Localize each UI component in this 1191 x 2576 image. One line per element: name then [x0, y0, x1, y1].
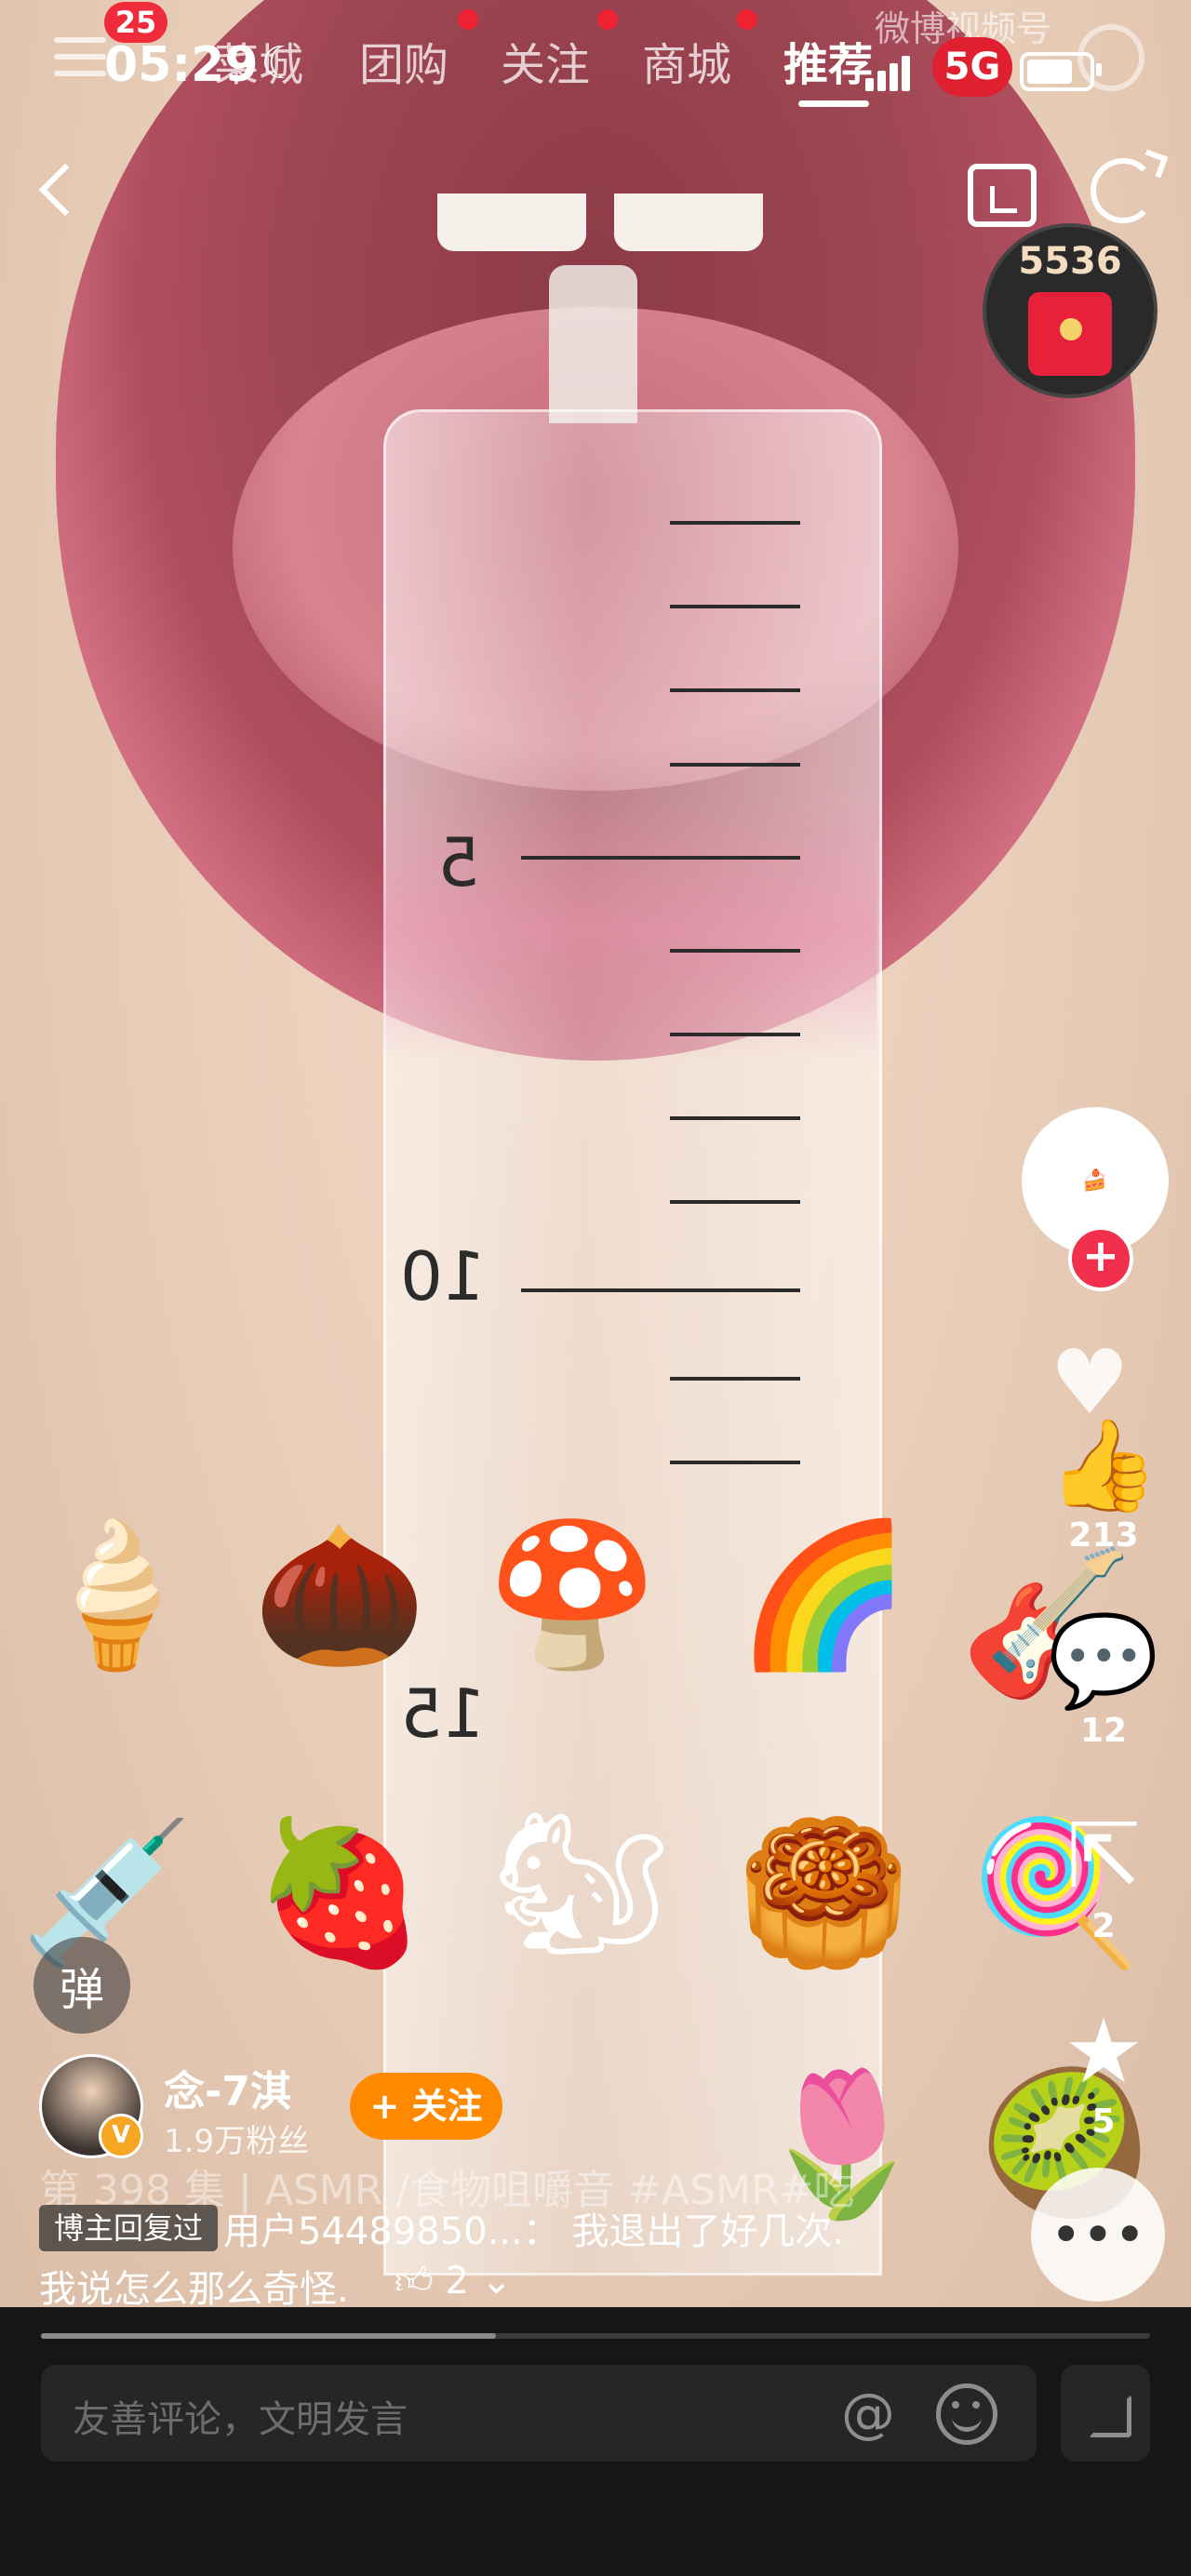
tab-tuijian[interactable]: 推荐 [783, 28, 873, 93]
red-envelope-icon [1028, 292, 1112, 376]
video-tooth [614, 194, 763, 251]
comment-icon: 💬 [1048, 1608, 1159, 1713]
syringe-tick [670, 1377, 800, 1381]
red-packet-count: 5536 [1018, 240, 1122, 283]
syringe-tick [670, 605, 800, 608]
tab-caicheng[interactable]: 菜城 [214, 28, 303, 93]
chipmunk-sticker: 🐿 [492, 1803, 671, 1965]
comment-like[interactable]: 👍︎ 2 ⌄ [395, 2259, 512, 2303]
like-button[interactable]: 👍 213 [1029, 1414, 1178, 1555]
star-icon: ★ [1063, 1999, 1144, 2103]
tab-red-dot [458, 9, 478, 30]
tab-shangcheng[interactable]: 商城 [642, 28, 731, 93]
rainbow-sticker: 🌈 [736, 1515, 911, 1676]
back-button[interactable] [33, 158, 89, 223]
syringe-tick [521, 1288, 800, 1292]
syringe-tip [549, 265, 637, 423]
chevron-down-icon: ⌄ [480, 2260, 513, 2302]
follow-plus-button[interactable]: + [1068, 1226, 1133, 1291]
search-refresh-icon[interactable] [1091, 158, 1156, 223]
mooncake-sticker: 🥮 [736, 1812, 911, 1974]
tab-tuangou[interactable]: 团购 [359, 28, 448, 93]
share-icon: ⇱ [1065, 1804, 1142, 1908]
syringe-tick [670, 688, 800, 692]
like-count: 213 [1068, 1516, 1139, 1555]
author-replied-tag: 博主回复过 [39, 2205, 219, 2251]
at-mention-icon[interactable]: @ [841, 2382, 895, 2445]
tab-active-indicator [798, 100, 869, 107]
syringe-tick [670, 949, 800, 953]
syringe-mark: 15 [400, 1675, 486, 1753]
tab-guanzhu[interactable]: 关注 [501, 28, 590, 93]
verified-badge-icon: V [99, 2114, 143, 2158]
syringe-tick [670, 1461, 800, 1464]
signal-icon [865, 54, 912, 91]
favorite-count: 5 [1091, 2102, 1116, 2141]
playback-progress-fill [41, 2333, 496, 2339]
mushroom-sticker: 🍄 [485, 1515, 660, 1676]
expand-icon[interactable] [1061, 2365, 1150, 2462]
syringe-tick [670, 763, 800, 767]
syringe-mark: 10 [400, 1237, 486, 1315]
share-count: 2 [1091, 1907, 1116, 1945]
comment-button[interactable]: 💬 12 [1029, 1609, 1178, 1750]
syringe-tick [670, 1200, 800, 1204]
top-comment-line2[interactable]: 我说怎么那么奇怪. [39, 2259, 349, 2313]
share-button[interactable]: ⇱ 2 [1029, 1805, 1178, 1945]
comment-like-count: 2 [445, 2260, 469, 2302]
top-comment-line1[interactable]: 用户54489850...： 我退出了好几次. [223, 2201, 844, 2255]
syringe-mark: 5 [437, 823, 480, 901]
more-options-icon[interactable]: ••• [1031, 2168, 1165, 2302]
comment-input[interactable]: 友善评论，文明发言 @ [41, 2365, 1037, 2462]
chestnut-sticker: 🌰 [252, 1515, 427, 1676]
favorite-button[interactable]: ★ 5 [1029, 2000, 1178, 2141]
syringe-tick [670, 1033, 800, 1036]
playback-progress[interactable] [41, 2333, 1150, 2339]
syringe-tick [521, 856, 800, 860]
red-packet-widget[interactable]: 5536 [983, 223, 1158, 398]
thumbs-up-icon: 👍 [1048, 1413, 1159, 1517]
follow-button[interactable]: + 关注 [350, 2073, 502, 2140]
syringe-barrel [383, 409, 882, 2276]
author-name[interactable]: 念-7淇 [164, 2058, 291, 2117]
picture-in-picture-icon[interactable] [968, 164, 1037, 227]
comment-count: 12 [1079, 1712, 1128, 1750]
ice-cream-sticker: 🍦 [29, 1515, 204, 1676]
thumbs-up-outline-icon: 👍︎ [395, 2260, 434, 2302]
tab-red-dot [737, 9, 757, 30]
comment-placeholder: 友善评论，文明发言 [73, 2398, 408, 2441]
search-icon[interactable] [1077, 24, 1144, 91]
network-indicator: 5G [932, 37, 1012, 97]
menu-icon[interactable] [54, 37, 106, 78]
emoji-icon[interactable] [936, 2383, 997, 2445]
video-tooth [437, 194, 586, 251]
danmaku-toggle[interactable]: 弹 [33, 1937, 130, 2034]
tab-red-dot [597, 9, 618, 30]
author-fans: 1.9万粉丝 [164, 2123, 310, 2160]
syringe-tick [670, 521, 800, 525]
syringe-tick [670, 1116, 800, 1120]
strawberry-sticker: 🍓 [252, 1812, 427, 1974]
